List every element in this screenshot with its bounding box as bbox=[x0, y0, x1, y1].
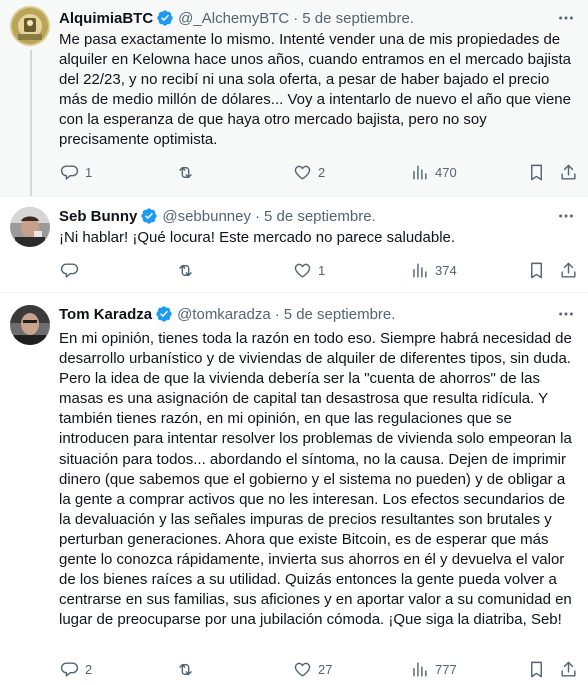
tweet-date[interactable]: 5 de septiembre. bbox=[302, 10, 414, 27]
like-count: 27 bbox=[318, 661, 333, 677]
heart-icon bbox=[294, 165, 311, 180]
author-name[interactable]: Seb Bunny bbox=[59, 208, 137, 225]
author-handle[interactable]: @_AlchemyBTC bbox=[178, 10, 289, 27]
tweet-header: Tom Karadza @tomkaradza · 5 de septiembr… bbox=[59, 304, 395, 324]
share-icon bbox=[561, 262, 576, 278]
share-button[interactable] bbox=[559, 260, 578, 280]
tweet-text: Me pasa exactamente lo mismo. Intenté ve… bbox=[59, 31, 571, 149]
retweet-button[interactable] bbox=[176, 162, 201, 182]
tweet-text: En mi opinión, tienes toda la razón en t… bbox=[59, 330, 572, 629]
reply-icon bbox=[60, 661, 79, 677]
views-count: 777 bbox=[435, 661, 457, 677]
more-icon[interactable] bbox=[556, 8, 576, 28]
bookmark-icon bbox=[531, 164, 542, 180]
views-icon bbox=[413, 164, 427, 180]
more-icon[interactable] bbox=[556, 206, 576, 226]
avatar[interactable] bbox=[10, 207, 50, 247]
reply-icon bbox=[60, 164, 79, 180]
views-icon bbox=[413, 262, 427, 278]
like-count: 2 bbox=[318, 164, 326, 180]
heart-icon bbox=[294, 263, 311, 278]
retweet-button[interactable] bbox=[176, 659, 201, 679]
like-button[interactable]: 1 bbox=[293, 260, 325, 280]
tweet-text: ¡Ni hablar! ¡Qué locura! Este mercado no… bbox=[59, 229, 456, 246]
bookmark-icon bbox=[531, 262, 542, 278]
tweet-date[interactable]: 5 de septiembre. bbox=[284, 306, 396, 323]
verified-badge-icon bbox=[140, 207, 158, 225]
reply-button[interactable] bbox=[60, 260, 85, 280]
like-button[interactable]: 27 bbox=[293, 659, 332, 679]
author-name[interactable]: Tom Karadza bbox=[59, 306, 152, 323]
retweet-icon bbox=[179, 663, 192, 675]
share-button[interactable] bbox=[559, 162, 578, 182]
bookmark-icon bbox=[531, 661, 542, 677]
reply-count: 1 bbox=[85, 164, 93, 180]
tweet-2[interactable]: Seb Bunny @sebbunney · 5 de septiembre. … bbox=[0, 196, 588, 292]
bookmark-button[interactable] bbox=[527, 659, 546, 679]
heart-icon bbox=[294, 662, 311, 677]
share-icon bbox=[561, 164, 576, 180]
like-count: 1 bbox=[318, 262, 326, 278]
bookmark-button[interactable] bbox=[527, 162, 546, 182]
tweet-actions: 2 27 777 bbox=[0, 659, 588, 679]
share-icon bbox=[561, 661, 576, 677]
tweet-3[interactable]: Tom Karadza @tomkaradza · 5 de septiembr… bbox=[0, 292, 588, 685]
like-button[interactable]: 2 bbox=[293, 162, 325, 182]
verified-badge-icon bbox=[155, 305, 173, 323]
views-button[interactable]: 777 bbox=[410, 659, 457, 679]
avatar[interactable] bbox=[10, 305, 50, 345]
retweet-button[interactable] bbox=[176, 260, 201, 280]
author-handle[interactable]: @tomkaradza bbox=[177, 306, 271, 323]
verified-badge-icon bbox=[156, 9, 174, 27]
separator-dot: · bbox=[254, 207, 260, 225]
author-name[interactable]: AlquimiaBTC bbox=[59, 10, 153, 27]
separator-dot: · bbox=[274, 305, 280, 323]
views-icon bbox=[413, 661, 427, 677]
reply-button[interactable]: 1 bbox=[60, 162, 92, 182]
tweet-actions: 1 2 470 bbox=[0, 162, 588, 182]
views-count: 374 bbox=[435, 262, 457, 278]
tweet-actions: 1 374 bbox=[0, 260, 588, 280]
retweet-icon bbox=[179, 264, 192, 276]
tweet-1[interactable]: AlquimiaBTC @_AlchemyBTC · 5 de septiemb… bbox=[0, 0, 588, 196]
share-button[interactable] bbox=[559, 659, 578, 679]
reply-button[interactable]: 2 bbox=[60, 659, 92, 679]
views-count: 470 bbox=[435, 164, 457, 180]
retweet-icon bbox=[179, 166, 192, 178]
bookmark-button[interactable] bbox=[527, 260, 546, 280]
author-handle[interactable]: @sebbunney bbox=[162, 208, 251, 225]
avatar[interactable] bbox=[10, 6, 50, 46]
reply-icon bbox=[60, 262, 79, 278]
views-button[interactable]: 374 bbox=[410, 260, 457, 280]
views-button[interactable]: 470 bbox=[410, 162, 457, 182]
reply-count: 2 bbox=[85, 661, 93, 677]
tweet-header: Seb Bunny @sebbunney · 5 de septiembre. bbox=[59, 206, 376, 226]
tweet-header: AlquimiaBTC @_AlchemyBTC · 5 de septiemb… bbox=[59, 8, 414, 28]
separator-dot: · bbox=[293, 9, 299, 27]
more-icon[interactable] bbox=[556, 304, 576, 324]
tweet-date[interactable]: 5 de septiembre. bbox=[264, 208, 376, 225]
